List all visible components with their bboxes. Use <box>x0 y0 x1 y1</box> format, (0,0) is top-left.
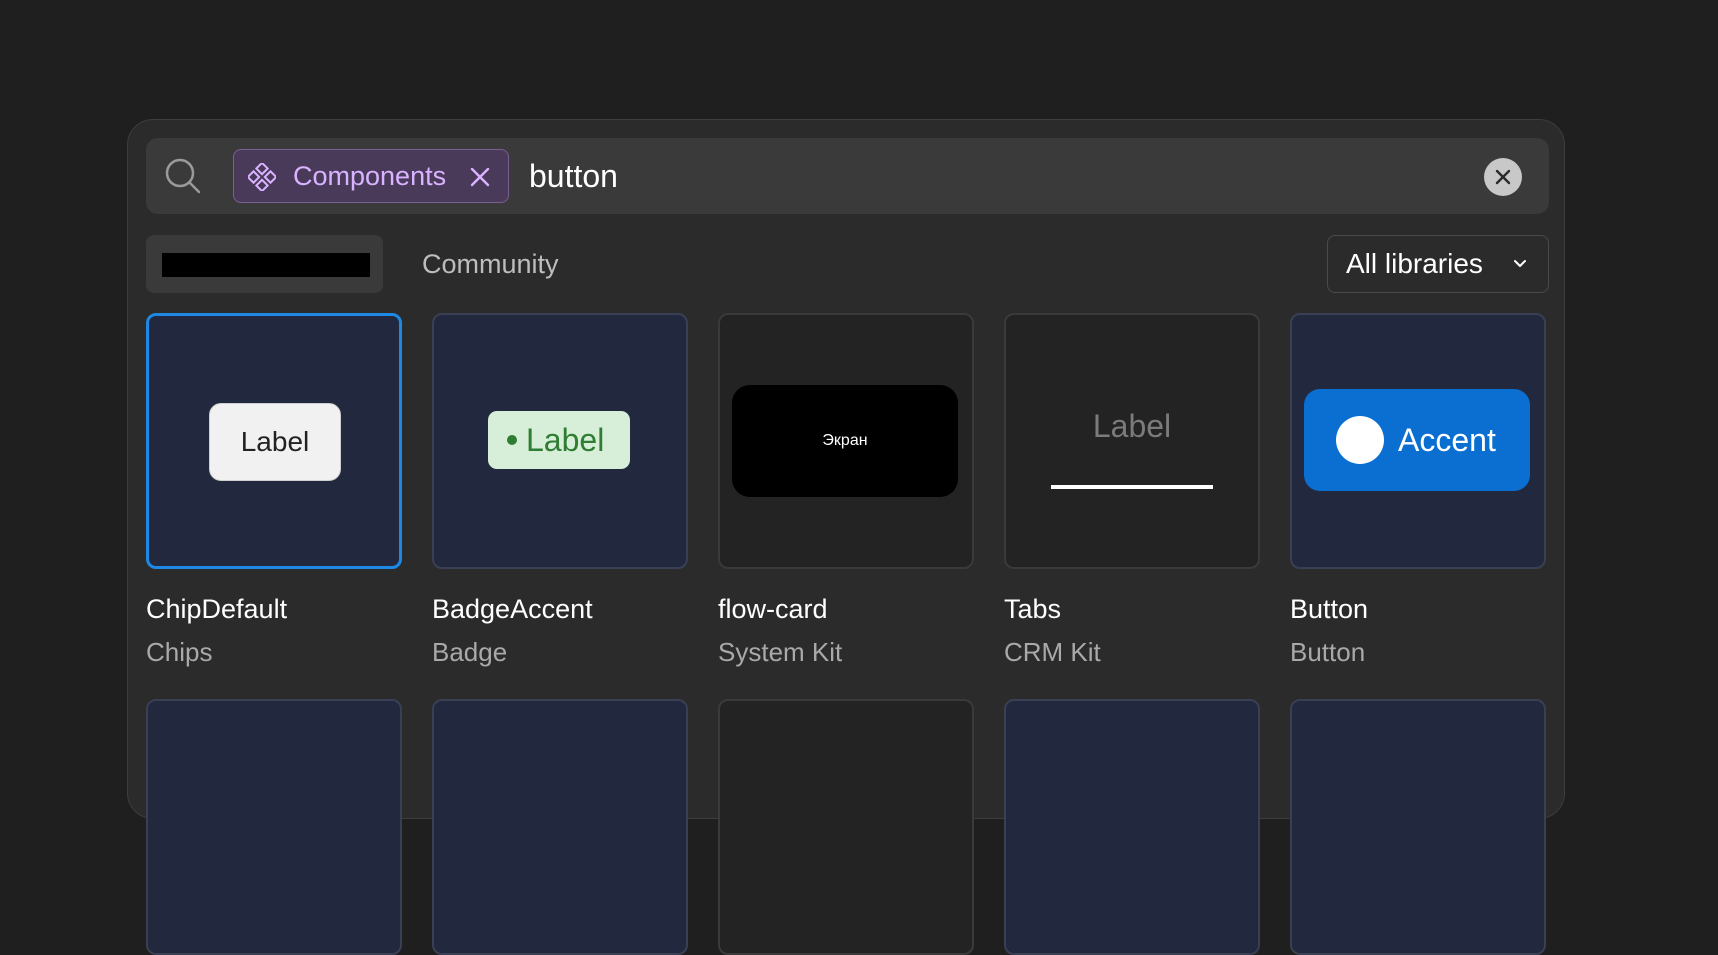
card-title: flow-card <box>718 594 828 624</box>
redacted-tab-label <box>162 253 370 277</box>
card-library: System Kit <box>718 637 843 667</box>
card-thumbnail[interactable] <box>146 699 402 955</box>
card-title: ChipDefault <box>146 594 288 624</box>
card-thumbnail[interactable] <box>1004 699 1260 955</box>
button-preview-label: Accent <box>1398 422 1496 458</box>
card-library: Badge <box>432 637 508 667</box>
tabs-preview-label: Label <box>1092 408 1172 444</box>
chip-preview: Label <box>209 403 341 481</box>
flow-card-preview: Экран <box>732 385 958 497</box>
filter-chip-label: Components <box>293 161 447 191</box>
clear-icon <box>1495 169 1511 185</box>
card-thumbnail[interactable]: Label <box>146 313 402 569</box>
card-thumbnail[interactable]: Label <box>1004 313 1260 569</box>
button-preview: Accent <box>1304 389 1530 491</box>
clear-search-button[interactable] <box>1484 158 1522 196</box>
search-bar[interactable]: Components button <box>146 138 1549 214</box>
filter-chip-components[interactable]: Components <box>233 149 509 203</box>
circle-icon <box>1336 416 1384 464</box>
card-title: BadgeAccent <box>432 594 593 624</box>
chevron-down-icon <box>1514 260 1526 267</box>
card-thumbnail[interactable]: Accent <box>1290 313 1546 569</box>
tab-workspace[interactable] <box>146 235 383 293</box>
library-filter-dropdown[interactable]: All libraries <box>1327 235 1549 293</box>
badge-preview: Label <box>488 411 630 469</box>
card-library: Button <box>1290 637 1366 667</box>
card-library: CRM Kit <box>1004 637 1101 667</box>
search-dialog: Components button Community All librarie… <box>127 119 1565 955</box>
card-library: Chips <box>146 637 213 667</box>
badge-preview-label: Label <box>526 422 605 458</box>
tab-community[interactable]: Community <box>422 235 559 293</box>
card-title: Button <box>1290 594 1369 624</box>
card-thumbnail[interactable]: Экран <box>718 313 974 569</box>
card-thumbnail[interactable] <box>1290 699 1546 955</box>
card-thumbnail[interactable]: Label <box>432 313 688 569</box>
card-title: Tabs <box>1004 594 1062 624</box>
component-icon <box>248 163 276 191</box>
tab-underline <box>1051 485 1213 489</box>
card-thumbnail[interactable] <box>718 699 974 955</box>
library-filter-value: All libraries <box>1346 248 1483 279</box>
search-icon <box>165 158 201 194</box>
card-thumbnail[interactable] <box>432 699 688 955</box>
search-input[interactable]: button <box>529 138 618 214</box>
dot-icon <box>507 435 517 445</box>
close-icon[interactable] <box>468 165 492 189</box>
